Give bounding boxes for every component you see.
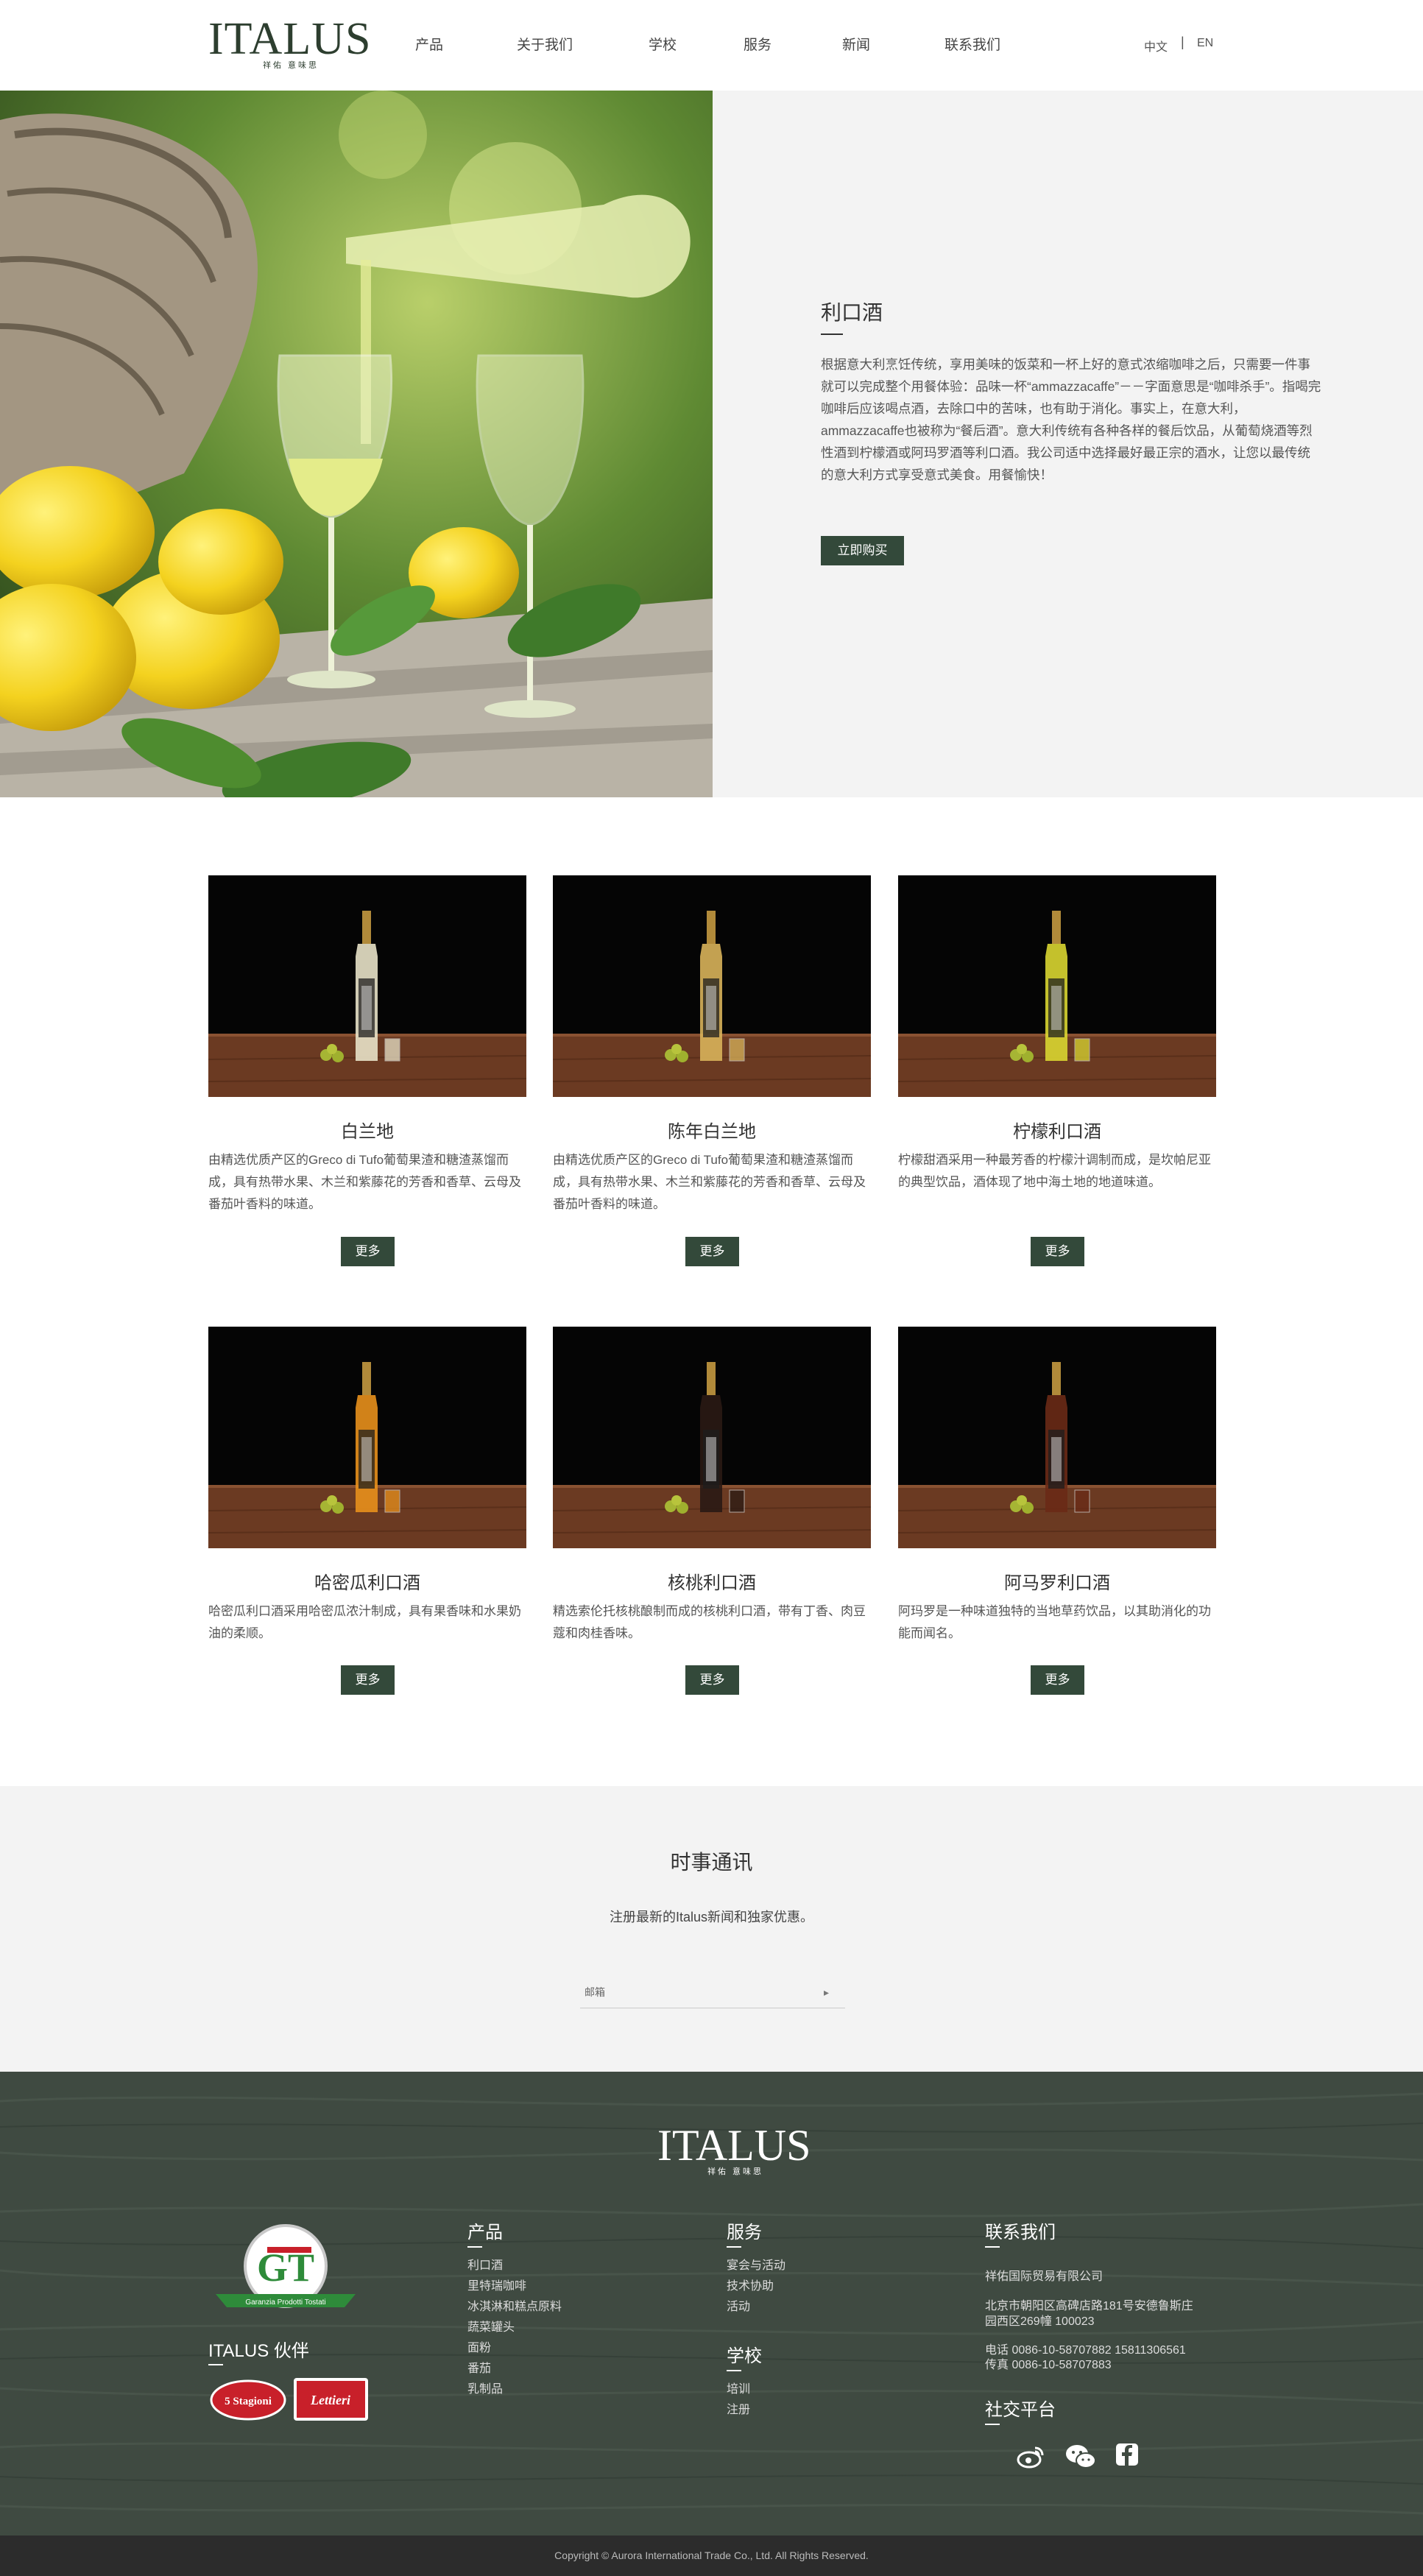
partners-underline (208, 2364, 223, 2365)
newsletter-section (0, 1786, 1423, 2072)
footer-school-underline (727, 2370, 741, 2371)
product-image[interactable] (898, 1327, 1216, 1548)
partner-5stagioni-name: 5 Stagioni (225, 2396, 272, 2407)
footer-link-events[interactable]: 活动 (727, 2297, 785, 2318)
more-button[interactable]: 更多 (685, 1665, 739, 1695)
partner-lettieri-logo[interactable]: Lettieri (292, 2376, 370, 2422)
footer-link-register[interactable]: 注册 (727, 2400, 750, 2421)
company-name: 祥佑国际贸易有限公司 (985, 2270, 1104, 2283)
footer-link-flour[interactable]: 面粉 (467, 2338, 562, 2359)
footer-link-dairy[interactable]: 乳制品 (467, 2379, 562, 2400)
partner-5stagioni-logo[interactable]: 5 Stagioni (210, 2378, 287, 2422)
footer-contact-title: 联系我们 (985, 2223, 1056, 2242)
more-button[interactable]: 更多 (341, 1237, 395, 1266)
phone-number: 电话 0086-10-58707882 15811306561 (985, 2344, 1186, 2357)
submit-arrow-icon[interactable]: ▸ (824, 1986, 829, 1999)
footer-link-vegetables[interactable]: 蔬菜罐头 (467, 2318, 562, 2338)
hero-title: 利口酒 (821, 301, 883, 324)
nav-news[interactable]: 新闻 (842, 34, 870, 54)
more-button[interactable]: 更多 (685, 1237, 739, 1266)
product-description: 柠檬甜酒采用一种最芳香的柠檬汁调制而成，是坎帕尼亚的典型饮品，酒体现了地中海土地… (898, 1153, 1211, 1189)
lang-separator: | (1181, 35, 1184, 49)
fax-number: 传真 0086-10-58707883 (985, 2359, 1112, 2371)
footer-link-training[interactable]: 培训 (727, 2379, 750, 2400)
footer-logo[interactable]: ITALUS 祥佑 意味思 (657, 2121, 811, 2178)
footer-products-title: 产品 (467, 2223, 503, 2242)
footer-contact-underline (985, 2246, 1000, 2248)
more-button[interactable]: 更多 (1031, 1665, 1084, 1695)
more-button[interactable]: 更多 (1031, 1237, 1084, 1266)
nav-services[interactable]: 服务 (744, 34, 771, 54)
email-placeholder: 邮箱 (585, 1986, 605, 1998)
product-description: 由精选优质产区的Greco di Tufo葡萄果渣和糖渣蒸馏而成，具有热带水果、… (208, 1153, 521, 1211)
partners-title: ITALUS 伙伴 (208, 2341, 309, 2361)
footer-school-list: 培训 注册 (727, 2379, 750, 2421)
footer-services-underline (727, 2246, 741, 2248)
hero-description: 根据意大利烹饪传统，享用美味的饭菜和一杯上好的意式浓缩咖啡之后，只需要一件事就可… (821, 357, 1321, 482)
wechat-icon[interactable] (1064, 2442, 1096, 2471)
newsletter-subtitle: 注册最新的Italus新闻和独家优惠。 (609, 1910, 814, 1924)
address-line-1: 北京市朝阳区高碑店路181号安德鲁斯庄 (985, 2300, 1193, 2312)
copyright-text: Copyright © Aurora International Trade C… (554, 2549, 869, 2561)
address-line-2: 园西区269幢 100023 (985, 2315, 1095, 2328)
limoncello-photo (0, 91, 713, 797)
product-description: 哈密瓜利口酒采用哈密瓜浓汁制成，具有果香味和水果奶油的柔顺。 (208, 1604, 521, 1640)
nav-school[interactable]: 学校 (649, 34, 677, 54)
buy-now-button[interactable]: 立即购买 (821, 536, 904, 565)
weibo-icon[interactable] (1016, 2442, 1045, 2471)
product-title: 核桃利口酒 (668, 1573, 756, 1593)
footer-school-title: 学校 (727, 2346, 762, 2366)
product-title: 阿马罗利口酒 (1004, 1573, 1110, 1593)
product-title: 白兰地 (341, 1122, 394, 1142)
lang-zh[interactable]: 中文 (1144, 37, 1168, 54)
partner-lettieri-name: Lettieri (310, 2393, 350, 2407)
product-image[interactable] (208, 1327, 526, 1548)
facebook-icon[interactable] (1115, 2442, 1144, 2471)
social-title: 社交平台 (985, 2400, 1056, 2420)
partner-gt-logo[interactable]: Garanzia Prodotti Tostati GT (208, 2220, 363, 2320)
product-title: 哈密瓜利口酒 (314, 1573, 420, 1593)
footer-products-list: 利口酒 里特瑞咖啡 冰淇淋和糕点原料 蔬菜罐头 面粉 番茄 乳制品 (467, 2256, 562, 2400)
footer-link-coffee[interactable]: 里特瑞咖啡 (467, 2276, 562, 2297)
partner-gt-caption: Garanzia Prodotti Tostati (245, 2298, 325, 2307)
product-description: 阿玛罗是一种味道独特的当地草药饮品，以其助消化的功能而闻名。 (898, 1604, 1211, 1640)
site-logo[interactable]: ITALUS 祥佑 意味思 (208, 14, 372, 75)
nav-products[interactable]: 产品 (415, 34, 443, 54)
product-title: 陈年白兰地 (668, 1122, 756, 1142)
product-description: 精选索伦托核桃酿制而成的核桃利口酒，带有丁香、肉豆蔻和肉桂香味。 (553, 1604, 866, 1640)
product-image[interactable] (898, 875, 1216, 1097)
footer-link-liqueur[interactable]: 利口酒 (467, 2256, 562, 2276)
newsletter-title: 时事通讯 (670, 1851, 753, 1874)
social-underline (985, 2424, 1000, 2425)
footer-services-list: 宴会与活动 技术协助 活动 (727, 2256, 785, 2318)
footer-link-tech-support[interactable]: 技术协助 (727, 2276, 785, 2297)
hero-title-underline (821, 334, 843, 335)
product-image[interactable] (553, 1327, 871, 1548)
nav-about[interactable]: 关于我们 (517, 34, 573, 54)
footer-link-icecream[interactable]: 冰淇淋和糕点原料 (467, 2297, 562, 2318)
nav-contact[interactable]: 联系我们 (944, 34, 1000, 54)
email-field[interactable]: 邮箱 ▸ (580, 1979, 845, 2008)
product-title: 柠檬利口酒 (1013, 1122, 1101, 1142)
footer-products-underline (467, 2246, 482, 2248)
more-button[interactable]: 更多 (341, 1665, 395, 1695)
product-image[interactable] (553, 875, 871, 1097)
product-image[interactable] (208, 875, 526, 1097)
footer-services-title: 服务 (727, 2223, 762, 2242)
copyright-bar: Copyright © Aurora International Trade C… (0, 2536, 1423, 2576)
hero-image (0, 91, 713, 797)
footer-link-banquet[interactable]: 宴会与活动 (727, 2256, 785, 2276)
footer-link-tomato[interactable]: 番茄 (467, 2359, 562, 2379)
lang-en[interactable]: EN (1197, 37, 1213, 50)
logo-wordmark: ITALUS (208, 14, 372, 64)
footer-logo-wordmark: ITALUS (657, 2121, 811, 2170)
product-description: 由精选优质产区的Greco di Tufo葡萄果渣和糖渣蒸馏而成，具有热带水果、… (553, 1153, 866, 1211)
